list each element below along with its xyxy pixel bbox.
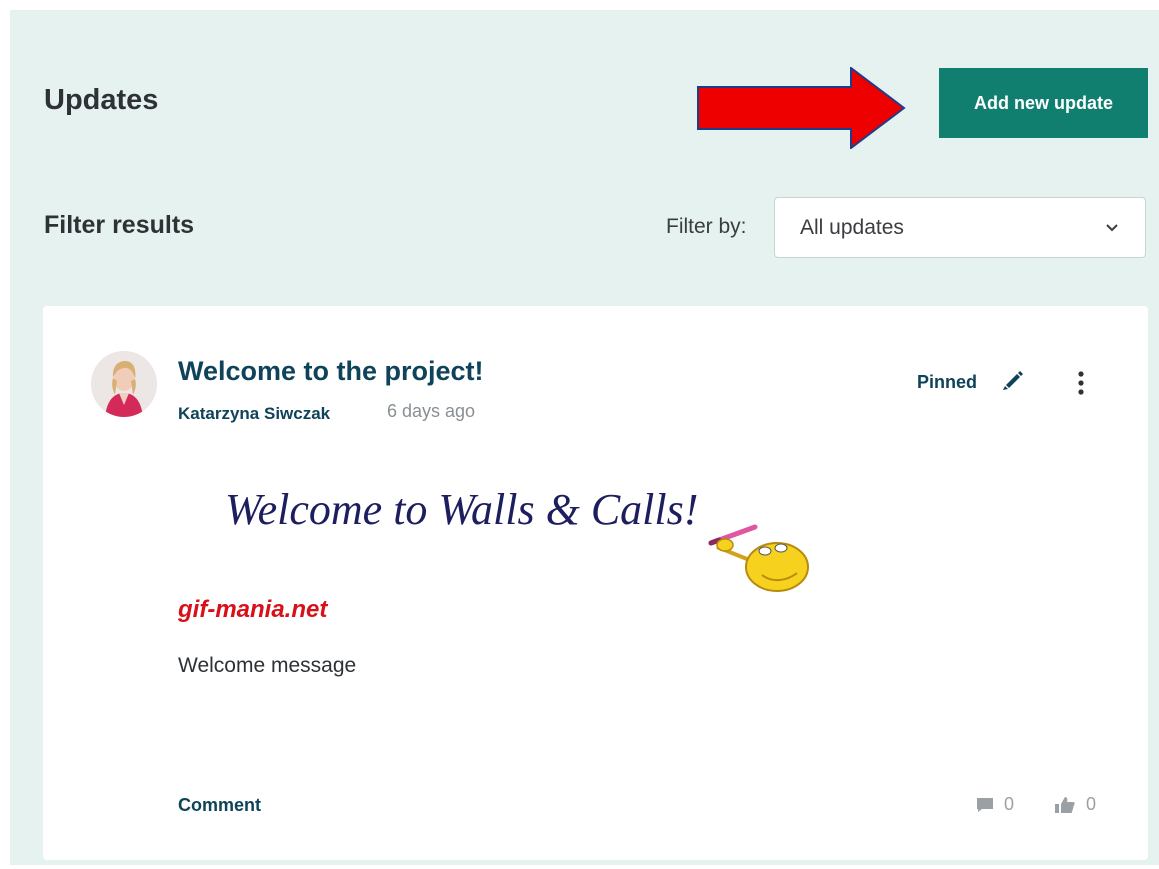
pinned-badge: Pinned <box>917 372 978 392</box>
post-timestamp: 6 days ago <box>387 401 476 421</box>
chevron-down-icon <box>1106 224 1118 232</box>
like-count-value: 0 <box>1086 794 1097 814</box>
comment-icon <box>977 797 993 812</box>
author-name[interactable]: Katarzyna Siwczak <box>178 404 330 424</box>
filter-selected-value: All updates <box>800 216 904 239</box>
comment-count-value: 0 <box>1004 794 1015 814</box>
avatar-image <box>91 351 157 417</box>
pencil-icon[interactable] <box>1002 369 1024 391</box>
filter-select[interactable]: All updates <box>774 197 1146 258</box>
gif-mania-watermark: gif-mania.net <box>178 596 328 623</box>
page-title: Updates <box>44 84 159 116</box>
writing-smiley-icon <box>708 524 809 592</box>
post-title[interactable]: Welcome to the project! <box>178 356 484 387</box>
thumbs-up-icon <box>1055 796 1075 813</box>
red-arrow-annotation <box>697 67 906 149</box>
updates-panel: Updates Add new update Filter results Fi… <box>10 10 1159 865</box>
update-card: Welcome to the project! Katarzyna Siwcza… <box>43 306 1148 860</box>
avatar[interactable] <box>91 351 157 417</box>
filter-by-label: Filter by: <box>666 215 747 238</box>
post-message: Welcome message <box>178 654 357 677</box>
more-vertical-icon[interactable] <box>1071 368 1091 400</box>
comment-button[interactable]: Comment <box>178 795 261 816</box>
filter-results-heading: Filter results <box>44 211 195 239</box>
welcome-banner: Welcome to Walls & Calls! <box>225 485 699 534</box>
comment-count: 0 <box>976 794 1014 815</box>
like-count[interactable]: 0 <box>1054 794 1096 815</box>
add-new-update-button[interactable]: Add new update <box>939 68 1148 138</box>
